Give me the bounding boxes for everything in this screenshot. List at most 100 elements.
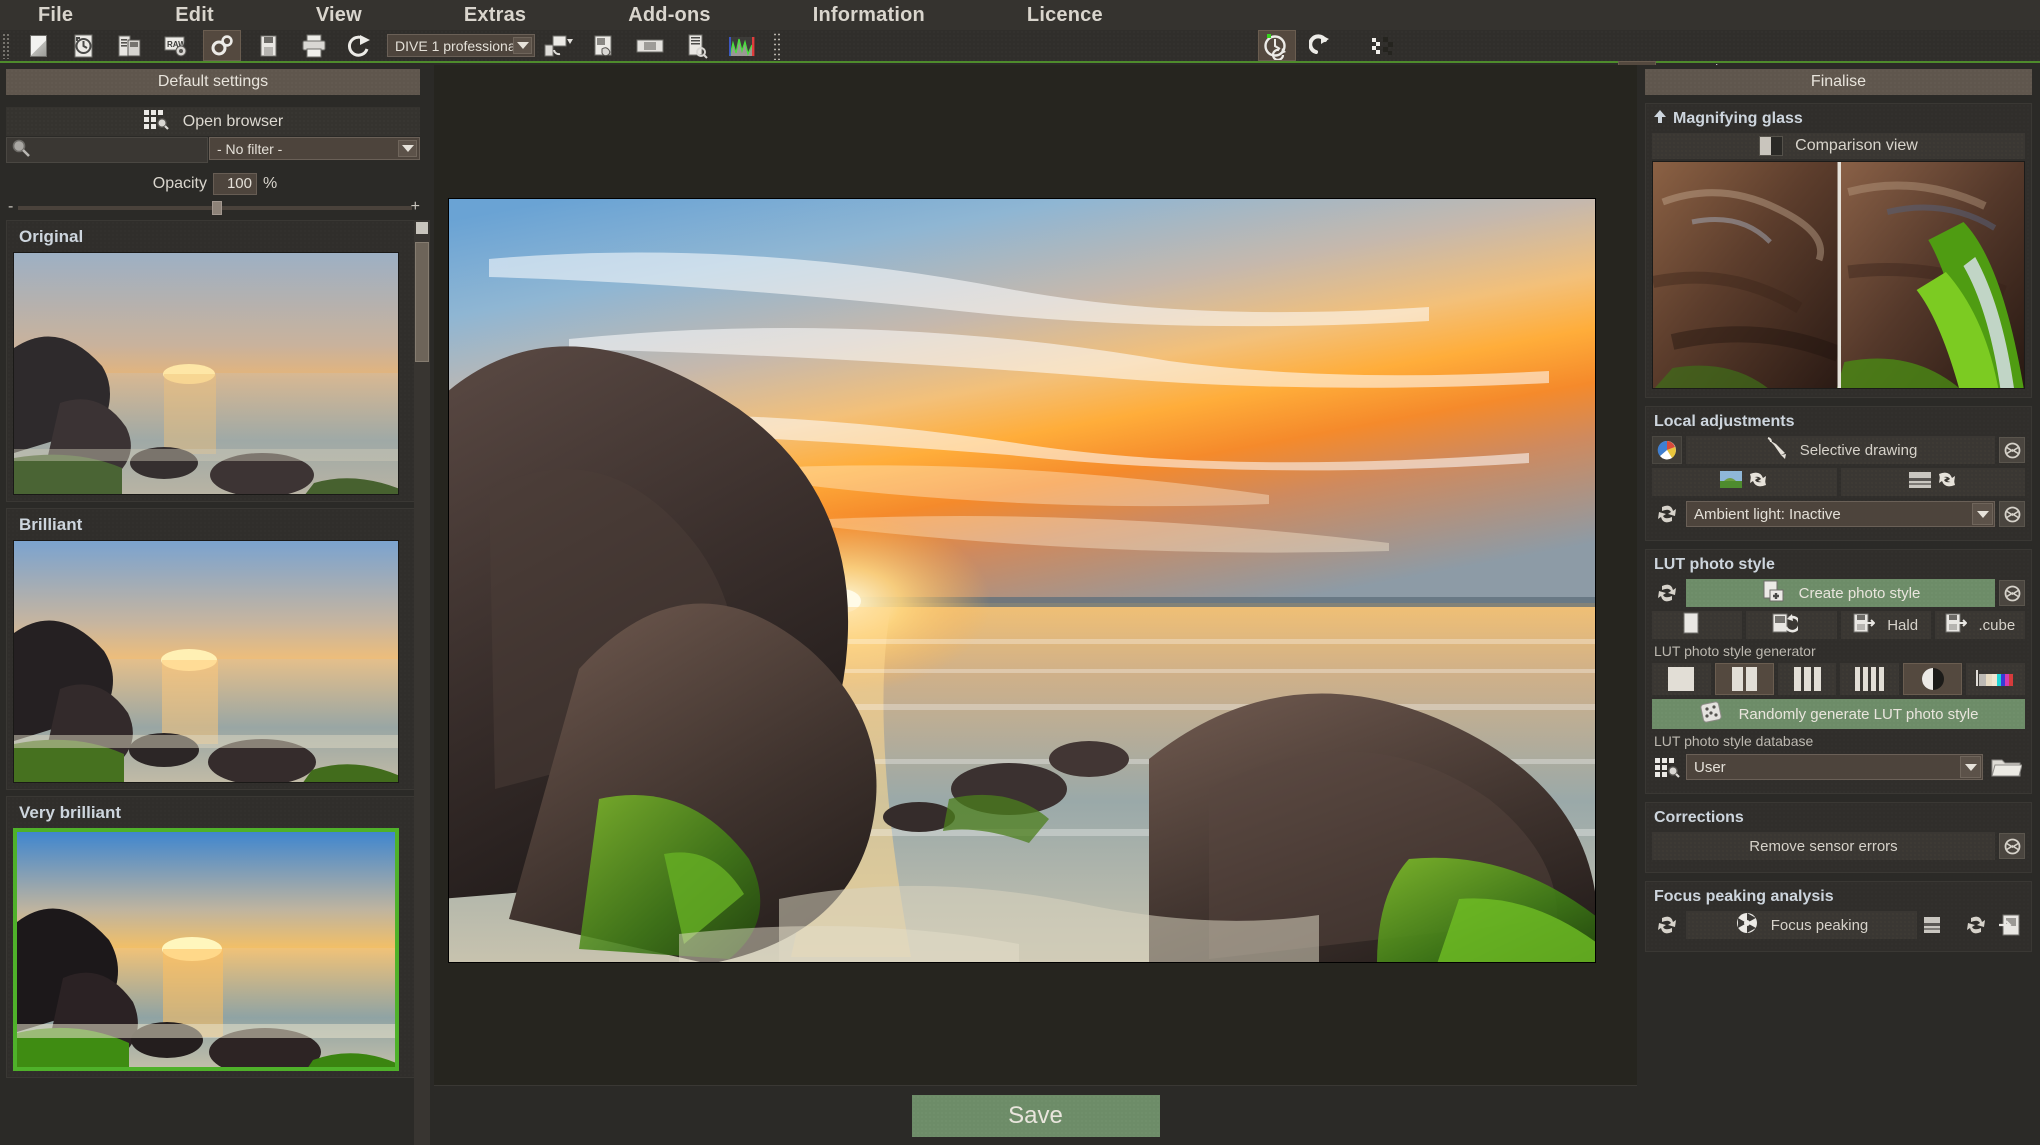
menu-licence[interactable]: Licence: [1017, 0, 1113, 30]
toolbar-drag-handle[interactable]: [2, 32, 9, 59]
preset-title: Original: [19, 227, 84, 246]
new-document-icon[interactable]: [19, 30, 57, 61]
search-input[interactable]: [6, 137, 208, 163]
opacity-slider-handle[interactable]: [212, 201, 222, 215]
image-hand-icon[interactable]: [585, 30, 623, 61]
save-button[interactable]: Save: [911, 1094, 1160, 1137]
raw-settings-icon[interactable]: RAW: [157, 30, 195, 61]
arrow-up-icon[interactable]: [1654, 110, 1666, 128]
lut-color-spectrum-icon[interactable]: [1966, 663, 2025, 695]
save-cube-icon: [1945, 612, 1967, 638]
open-browser-button[interactable]: Open browser: [6, 107, 420, 136]
lut-database-row: User: [1652, 753, 2025, 781]
reset-circle-icon[interactable]: [1999, 580, 2025, 606]
comparison-view-toggle[interactable]: Comparison view: [1652, 133, 2025, 159]
lut-contrast-icon[interactable]: [1903, 663, 1963, 695]
opacity-increase[interactable]: +: [411, 198, 420, 216]
preset-thumbnail[interactable]: [13, 540, 399, 783]
sync-arrows-icon[interactable]: [1652, 579, 1682, 607]
print-icon[interactable]: [295, 30, 333, 61]
magnifier-preview[interactable]: [1652, 161, 2025, 389]
main-toolbar: RAW DIVE 1 professional: [0, 30, 2040, 93]
finalise-header[interactable]: Finalise: [1645, 69, 2032, 95]
reset-circle-icon[interactable]: [1999, 501, 2025, 527]
preset-thumbnail-selected[interactable]: [13, 828, 399, 1071]
sync-arrows-icon[interactable]: [1652, 500, 1682, 528]
blank-page-button[interactable]: [1652, 611, 1743, 639]
opacity-decrease[interactable]: -: [8, 198, 13, 216]
histogram-icon[interactable]: [723, 30, 761, 61]
exif-inspect-icon[interactable]: [677, 30, 715, 61]
horizon-swap-button[interactable]: [1840, 468, 2025, 496]
focus-peaking-button[interactable]: Focus peaking: [1686, 911, 1917, 939]
preset-item-very-brilliant[interactable]: Very brilliant: [6, 796, 420, 1078]
redo-icon[interactable]: [1304, 30, 1342, 61]
scrollbar-thumb[interactable]: [415, 242, 429, 362]
swap-arrows-icon[interactable]: [1961, 911, 1991, 939]
sync-arrows-icon[interactable]: [1652, 911, 1682, 939]
lut-three-panel-icon[interactable]: [1777, 663, 1837, 695]
reset-circle-icon[interactable]: [1999, 833, 2025, 859]
monitor-transfer-icon[interactable]: [539, 30, 577, 61]
menu-extras[interactable]: Extras: [454, 0, 536, 30]
undo-image-button[interactable]: [1746, 611, 1837, 639]
ambient-light-select[interactable]: Ambient light: Inactive: [1686, 501, 1995, 527]
profile-select[interactable]: DIVE 1 professional: [387, 34, 535, 57]
selective-drawing-button[interactable]: Selective drawing: [1686, 436, 1995, 464]
menu-information[interactable]: Information: [803, 0, 935, 30]
chevron-down-icon[interactable]: [1960, 756, 1981, 778]
preset-item-brilliant[interactable]: Brilliant: [6, 508, 420, 790]
reset-circle-icon[interactable]: [1999, 437, 2025, 463]
noise-pattern-icon[interactable]: [1364, 30, 1402, 61]
chevron-down-icon[interactable]: [398, 140, 417, 157]
lut-database-label: LUT photo style database: [1654, 733, 1814, 749]
browse-grid-search-icon[interactable]: [1652, 753, 1682, 781]
comparison-view-switch[interactable]: [1759, 136, 1784, 156]
lut-four-panel-icon[interactable]: [1840, 663, 1900, 695]
create-photo-style-button[interactable]: Create photo style: [1686, 579, 1995, 607]
history-icon[interactable]: [65, 30, 103, 61]
gears-settings-icon[interactable]: [203, 30, 241, 61]
filmstrip-icon[interactable]: [631, 30, 669, 61]
color-wheel-icon[interactable]: [1652, 436, 1682, 464]
opacity-slider[interactable]: - +: [6, 198, 424, 217]
remove-sensor-errors-button[interactable]: Remove sensor errors: [1652, 832, 1995, 860]
batch-icon[interactable]: [111, 30, 149, 61]
menu-add-ons[interactable]: Add-ons: [618, 0, 721, 30]
magnifier-split-divider[interactable]: [1838, 162, 1841, 388]
filter-select[interactable]: - No filter -: [209, 137, 420, 160]
selective-drawing-label: Selective drawing: [1799, 441, 1918, 459]
landscape-swap-button[interactable]: [1652, 468, 1837, 496]
lut-single-panel-icon[interactable]: [1652, 663, 1711, 695]
export-image-icon[interactable]: [1995, 911, 2025, 939]
auto-optimize-clock-icon[interactable]: [1258, 30, 1296, 61]
focus-peaking-title: Focus peaking analysis: [1654, 888, 1834, 905]
chevron-down-icon[interactable]: [513, 37, 532, 54]
main-photo-preview[interactable]: [448, 198, 1596, 963]
folder-icon[interactable]: [1987, 753, 2025, 781]
preset-item-original[interactable]: Original: [6, 220, 420, 502]
aperture-icon: [1735, 911, 1759, 939]
default-settings-header[interactable]: Default settings: [6, 69, 420, 95]
image-canvas[interactable]: [434, 65, 1637, 1085]
opacity-value-field[interactable]: 100: [213, 173, 257, 195]
menu-view[interactable]: View: [306, 0, 372, 30]
preset-thumbnail[interactable]: [13, 252, 399, 495]
scroll-up-button[interactable]: [416, 222, 428, 234]
horizon-swap-icon: [1908, 469, 1957, 495]
ambient-light-row: Ambient light: Inactive: [1652, 500, 2025, 528]
horizon-swap-icon[interactable]: [1921, 911, 1957, 939]
lut-database-value: User: [1694, 758, 1726, 776]
lut-database-select[interactable]: User: [1686, 754, 1983, 780]
randomly-generate-lut-button[interactable]: Randomly generate LUT photo style: [1652, 699, 2025, 729]
save-disk-icon[interactable]: [249, 30, 287, 61]
menu-edit[interactable]: Edit: [165, 0, 224, 30]
share-export-icon[interactable]: [341, 30, 379, 61]
lut-two-panel-icon[interactable]: [1714, 663, 1774, 695]
save-hald-button[interactable]: Hald: [1840, 611, 1931, 639]
save-cube-button[interactable]: .cube: [1934, 611, 2025, 639]
chevron-down-icon[interactable]: [1972, 503, 1993, 525]
menu-file[interactable]: File: [28, 0, 83, 30]
preset-list: Original Brilliant Very brilliant: [6, 220, 420, 1145]
preset-list-scrollbar[interactable]: [414, 220, 430, 1145]
